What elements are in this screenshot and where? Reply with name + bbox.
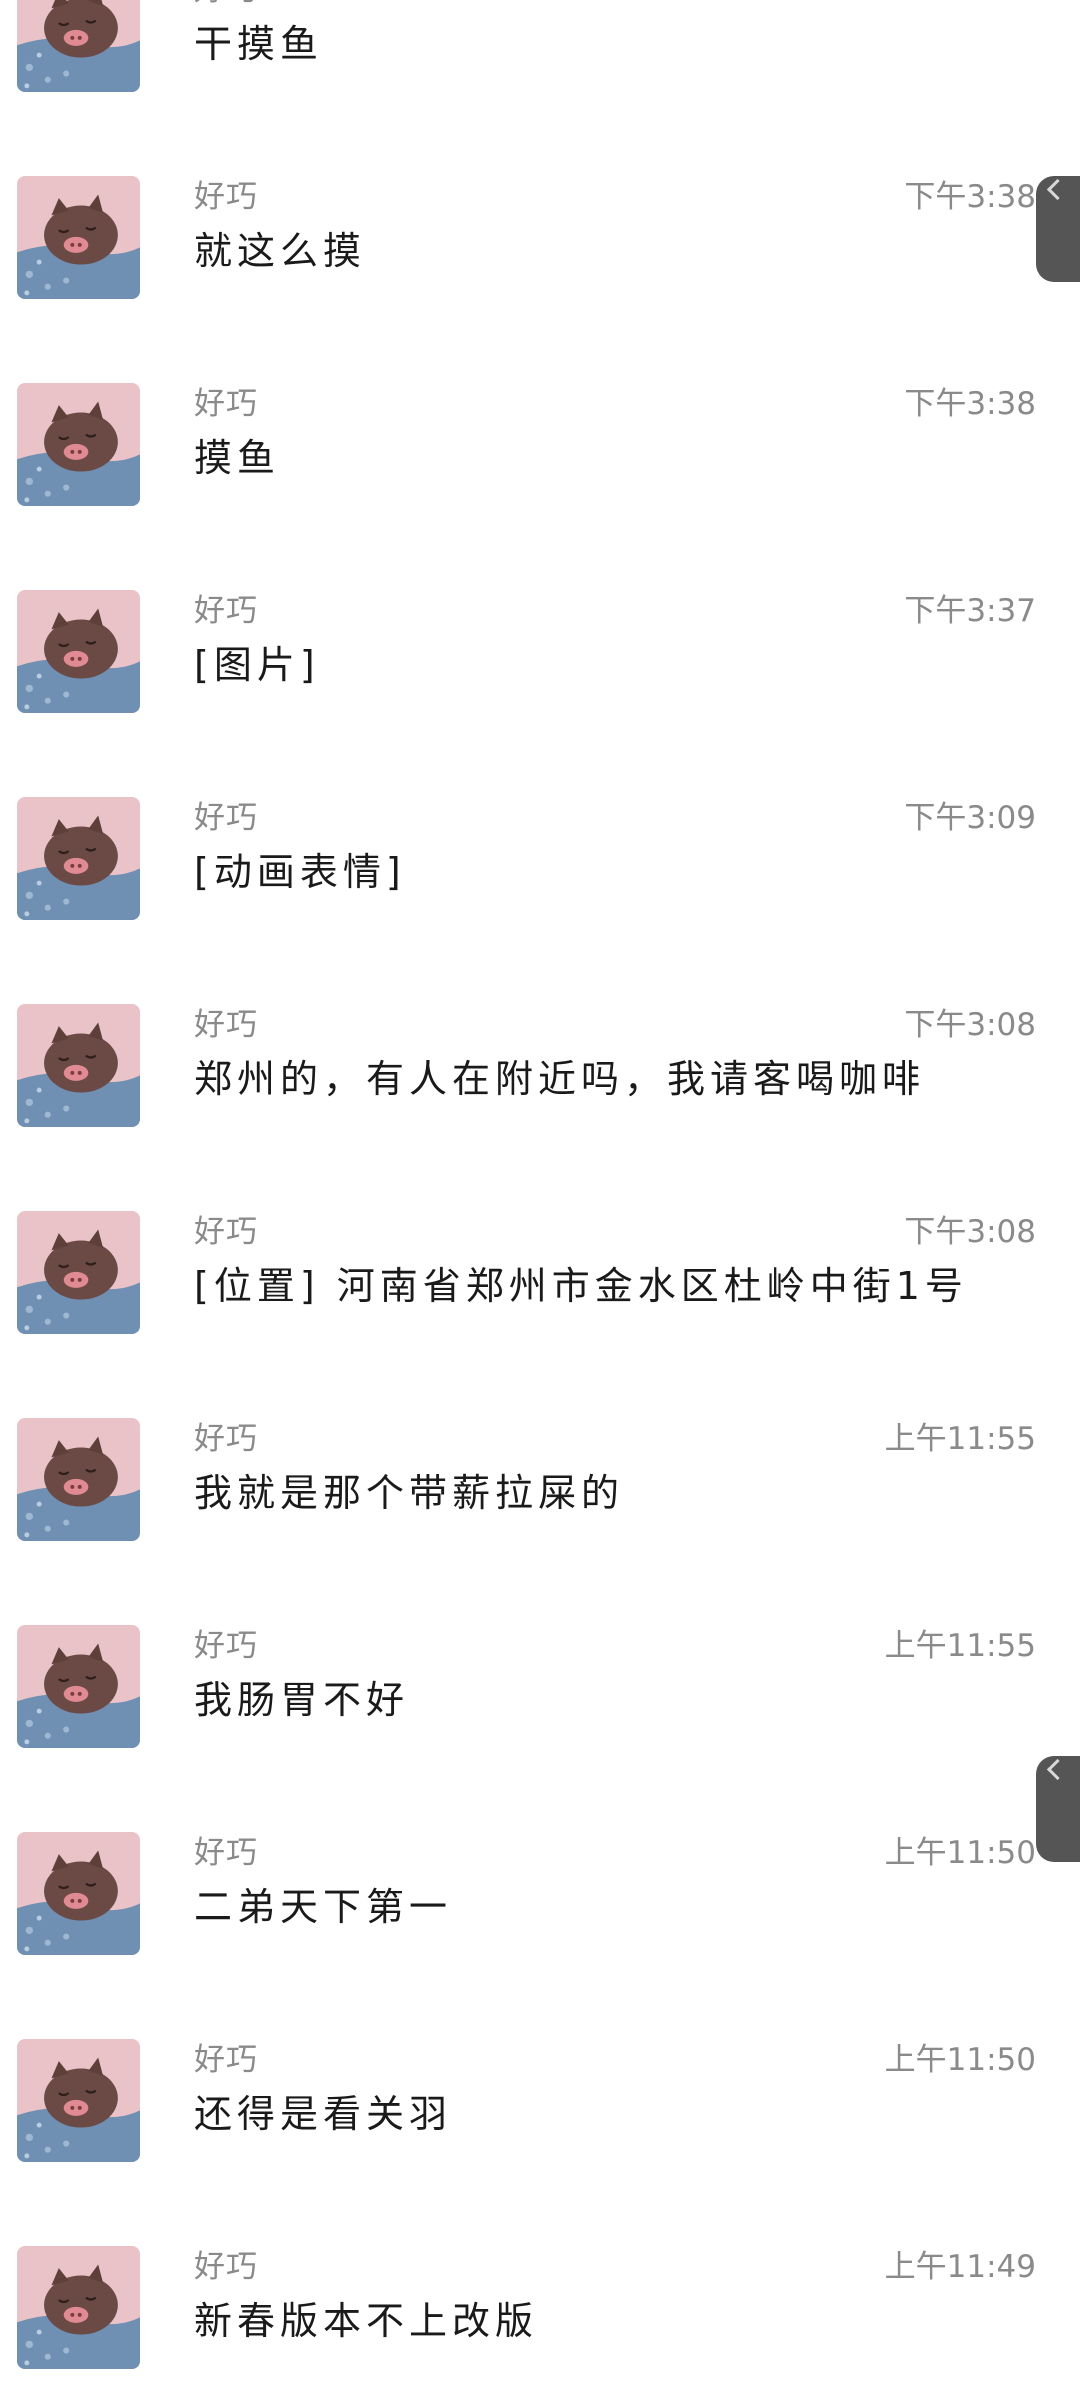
pig-sleeping-avatar-icon[interactable] (17, 1625, 140, 1748)
sender-name: 好巧 (194, 2249, 258, 2285)
message-preview: 我肠胃不好 (194, 1678, 410, 1722)
pig-sleeping-avatar-icon[interactable] (17, 2039, 140, 2162)
sender-name: 好巧 (194, 386, 258, 422)
sender-name: 好巧 (194, 1421, 258, 1457)
message-time: 上午11:50 (884, 1835, 1036, 1871)
message-item[interactable]: 好巧 干摸鱼 (0, 0, 1080, 127)
message-time: 下午3:37 (904, 593, 1036, 629)
message-item[interactable]: 好巧 上午11:55 我就是那个带薪拉屎的 (0, 1369, 1080, 1576)
pig-sleeping-avatar-icon[interactable] (17, 1418, 140, 1541)
message-time: 上午11:55 (884, 1421, 1036, 1457)
side-drawer-handle[interactable] (1036, 176, 1080, 282)
message-time: 下午3:38 (904, 386, 1036, 422)
message-preview: 二弟天下第一 (194, 1885, 453, 1929)
message-time: 上午11:49 (884, 2249, 1036, 2285)
message-time: 下午3:08 (904, 1214, 1036, 1250)
message-item[interactable]: 好巧 下午3:08 [位置] 河南省郑州市金水区杜岭中街1号 (0, 1162, 1080, 1369)
chevron-left-icon (1046, 1758, 1069, 1781)
sender-name: 好巧 (194, 593, 258, 629)
side-drawer-handle[interactable] (1036, 1756, 1080, 1862)
message-preview: [动画表情] (194, 850, 406, 894)
message-time: 上午11:55 (884, 1628, 1036, 1664)
pig-sleeping-avatar-icon[interactable] (17, 0, 140, 92)
message-time: 下午3:08 (904, 1007, 1036, 1043)
sender-name: 好巧 (194, 2042, 258, 2078)
pig-sleeping-avatar-icon[interactable] (17, 797, 140, 920)
message-time: 下午3:38 (904, 179, 1036, 215)
message-preview: 我就是那个带薪拉屎的 (194, 1471, 625, 1515)
message-list: 好巧 干摸鱼 好巧 下午3:38 (0, 0, 1080, 2400)
sender-name: 好巧 (194, 0, 258, 10)
message-preview: [图片] (194, 643, 320, 687)
message-item[interactable]: 好巧 下午3:37 [图片] (0, 541, 1080, 748)
message-item[interactable]: 好巧 下午3:08 郑州的，有人在附近吗，我请客喝咖啡 (0, 955, 1080, 1162)
message-preview: 郑州的，有人在附近吗，我请客喝咖啡 (194, 1057, 926, 1101)
sender-name: 好巧 (194, 1835, 258, 1871)
chevron-left-icon (1046, 178, 1069, 201)
message-item[interactable]: 好巧 上午11:49 新春版本不上改版 (0, 2197, 1080, 2400)
sender-name: 好巧 (194, 179, 258, 215)
sender-name: 好巧 (194, 1214, 258, 1250)
message-preview: 干摸鱼 (194, 22, 324, 66)
message-preview: 摸鱼 (194, 436, 281, 480)
message-item[interactable]: 好巧 上午11:50 二弟天下第一 (0, 1783, 1080, 1990)
message-item[interactable]: 好巧 下午3:38 摸鱼 (0, 334, 1080, 541)
message-time: 下午3:09 (904, 800, 1036, 836)
sender-name: 好巧 (194, 800, 258, 836)
message-preview: [位置] 河南省郑州市金水区杜岭中街1号 (194, 1264, 968, 1308)
message-preview: 新春版本不上改版 (194, 2299, 539, 2343)
message-item[interactable]: 好巧 下午3:09 [动画表情] (0, 748, 1080, 955)
pig-sleeping-avatar-icon[interactable] (17, 1211, 140, 1334)
pig-sleeping-avatar-icon[interactable] (17, 176, 140, 299)
pig-sleeping-avatar-icon[interactable] (17, 2246, 140, 2369)
pig-sleeping-avatar-icon[interactable] (17, 1004, 140, 1127)
message-item[interactable]: 好巧 上午11:50 还得是看关羽 (0, 1990, 1080, 2197)
pig-sleeping-avatar-icon[interactable] (17, 383, 140, 506)
message-time: 上午11:50 (884, 2042, 1036, 2078)
message-preview: 还得是看关羽 (194, 2092, 453, 2136)
message-item[interactable]: 好巧 下午3:38 就这么摸 (0, 127, 1080, 334)
pig-sleeping-avatar-icon[interactable] (17, 1832, 140, 1955)
sender-name: 好巧 (194, 1628, 258, 1664)
message-preview: 就这么摸 (194, 229, 367, 273)
message-item[interactable]: 好巧 上午11:55 我肠胃不好 (0, 1576, 1080, 1783)
sender-name: 好巧 (194, 1007, 258, 1043)
chat-history-screen: 好巧 干摸鱼 好巧 下午3:38 (0, 0, 1080, 2400)
pig-sleeping-avatar-icon[interactable] (17, 590, 140, 713)
